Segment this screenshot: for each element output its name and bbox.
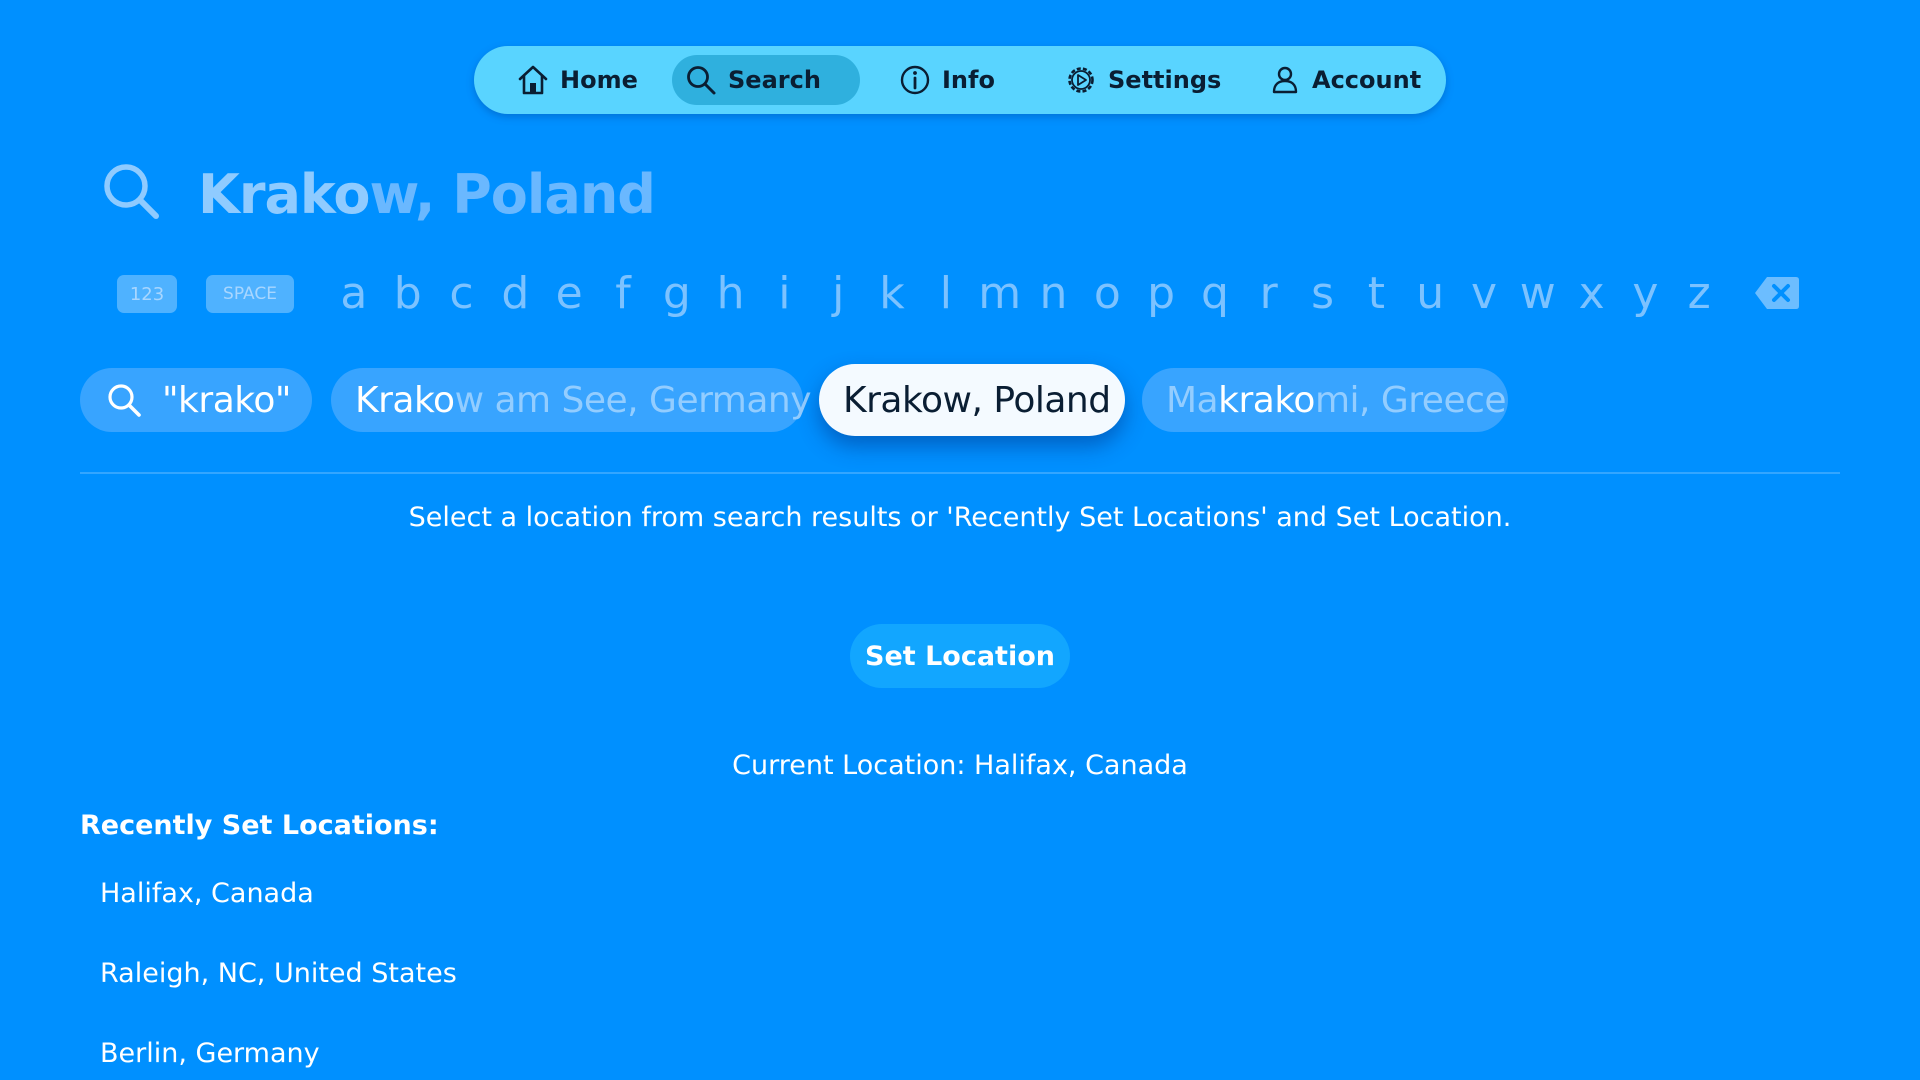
nav-settings-label: Settings [1108,66,1222,94]
nav-account[interactable]: Account [1256,55,1433,105]
backspace-icon[interactable] [1753,274,1801,312]
recent-locations-title: Recently Set Locations: [80,810,439,841]
recent-location-item[interactable]: Berlin, Germany [100,1038,320,1069]
letter-key-v[interactable]: v [1457,268,1511,319]
query-chip[interactable]: "krako" [80,368,312,432]
letter-key-w[interactable]: w [1511,268,1565,319]
nav-search[interactable]: Search [672,55,860,105]
search-typed-text: Krako [198,163,370,226]
result-chip[interactable]: Ma krako mi, Greece [1142,368,1508,432]
letter-key-m[interactable]: m [973,268,1027,319]
letter-key-u[interactable]: u [1403,268,1457,319]
space-key[interactable]: SPACE [206,275,294,313]
gear-icon [1068,67,1094,93]
nav-info[interactable]: Info [886,55,1007,105]
letter-key-s[interactable]: s [1296,268,1350,319]
letter-key-t[interactable]: t [1349,268,1403,319]
result-label: Krakow, Poland [843,379,1111,421]
search-icon [108,384,141,417]
house-icon [518,65,548,95]
result-rest-text: w am See, Germany [454,379,812,421]
letter-key-g[interactable]: g [650,268,704,319]
recent-location-item[interactable]: Halifax, Canada [100,878,314,909]
letter-key-r[interactable]: r [1242,268,1296,319]
location-search-screen: Home Search Info Settings Account Krakow… [0,0,1920,1080]
letter-key-y[interactable]: y [1619,268,1673,319]
nav-info-label: Info [942,66,995,94]
nav-search-label: Search [728,66,821,94]
letter-keys: abcdefghijklmnopqrstuvwxyz [327,265,1726,321]
letter-key-l[interactable]: l [919,268,973,319]
letter-key-x[interactable]: x [1565,268,1619,319]
letter-key-a[interactable]: a [327,268,381,319]
nav-home[interactable]: Home [504,55,650,105]
letter-key-n[interactable]: n [1027,268,1081,319]
instruction-text: Select a location from search results or… [408,502,1512,533]
top-nav-bar: Home Search Info Settings Account [474,46,1446,114]
letter-key-j[interactable]: j [811,268,865,319]
recent-location-item[interactable]: Raleigh, NC, United States [100,958,457,989]
letter-key-i[interactable]: i [758,268,812,319]
letter-key-e[interactable]: e [542,268,596,319]
search-icon [104,164,159,219]
current-location-text: Current Location: Halifax, Canada [732,750,1188,781]
result-match-text: Krako [355,379,455,421]
letter-key-f[interactable]: f [596,268,650,319]
magnifier-icon [687,66,716,95]
letter-key-k[interactable]: k [865,268,919,319]
query-chip-label: "krako" [162,379,291,421]
letter-key-o[interactable]: o [1080,268,1134,319]
result-chip[interactable]: Krako w am See, Germany [331,368,812,432]
numbers-key[interactable]: 123 [117,275,177,313]
result-rest-text: mi, Greece [1314,379,1507,421]
search-suggestion-text: w, Poland [369,163,655,226]
nav-settings[interactable]: Settings [1052,55,1233,105]
letter-key-z[interactable]: z [1672,268,1726,319]
set-location-button[interactable]: Set Location [850,624,1070,688]
info-icon [900,65,930,95]
nav-home-label: Home [560,66,638,94]
nav-account-label: Account [1312,66,1422,94]
result-prefix-text: Ma [1166,379,1219,421]
letter-key-q[interactable]: q [1188,268,1242,319]
person-icon [1272,66,1298,94]
letter-key-b[interactable]: b [381,268,435,319]
divider [80,472,1840,474]
letter-key-h[interactable]: h [704,268,758,319]
result-match-text: krako [1218,379,1315,421]
search-text: Krakow, Poland [198,160,656,230]
letter-key-c[interactable]: c [435,268,489,319]
letter-key-p[interactable]: p [1134,268,1188,319]
letter-key-d[interactable]: d [488,268,542,319]
result-chip-selected[interactable]: Krakow, Poland [819,364,1125,436]
